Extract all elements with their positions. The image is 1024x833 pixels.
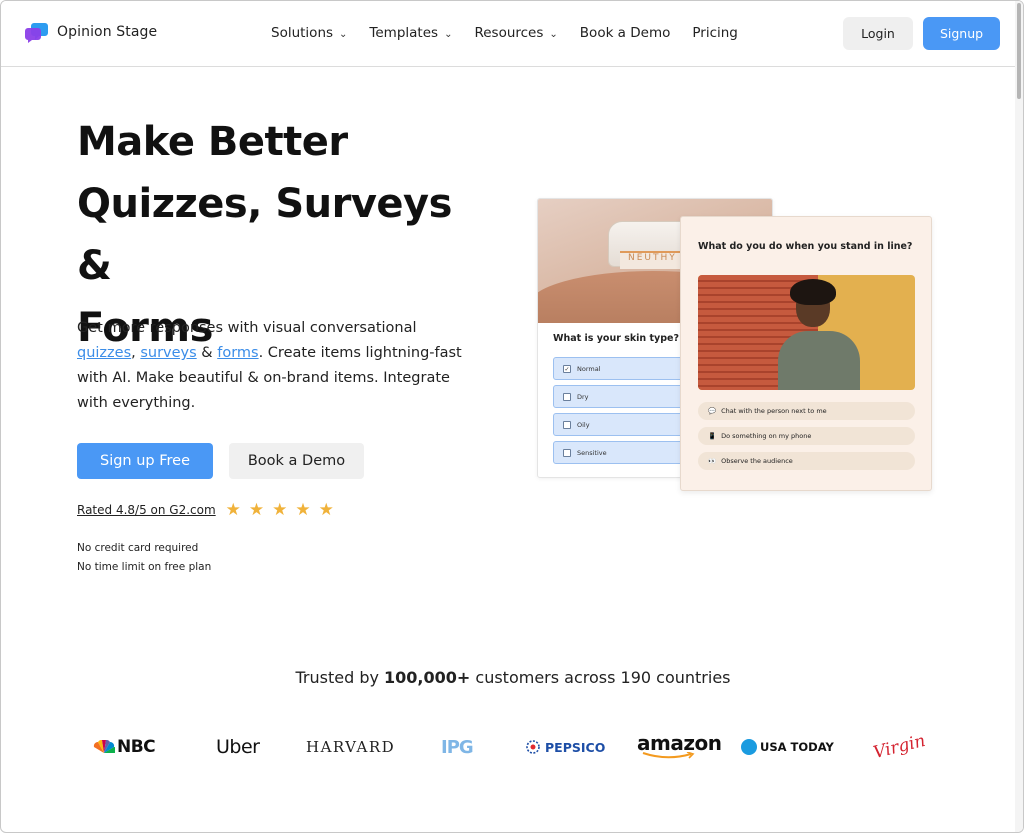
survey-answer[interactable]: 📱 Do something on my phone	[698, 427, 915, 445]
uber-logo: Uber	[216, 736, 260, 758]
desc-text: Get more responses with visual conversat…	[77, 320, 417, 336]
rating: Rated 4.8/5 on G2.com ★ ★ ★ ★ ★	[77, 500, 334, 520]
usa-today-dot-icon	[741, 739, 757, 755]
answer-label: Observe the audience	[721, 457, 793, 465]
scrollbar-thumb[interactable]	[1017, 3, 1021, 99]
page-scrollbar[interactable]	[1015, 1, 1023, 832]
quiz-option[interactable]: Dry	[553, 385, 693, 408]
person-body-shape	[778, 331, 860, 390]
answer-label: Chat with the person next to me	[721, 407, 827, 415]
nav-resources[interactable]: Resources ⌄	[474, 25, 557, 41]
ipg-logo: IPG	[441, 736, 474, 758]
nav-book-demo[interactable]: Book a Demo	[580, 25, 671, 41]
trusted-suffix: customers across 190 countries	[470, 668, 731, 687]
checkbox-icon	[563, 420, 571, 429]
chat-icon: 💬	[708, 407, 717, 415]
virgin-logo: Virgin	[871, 730, 928, 764]
site-header: Opinion Stage Solutions ⌄ Templates ⌄ Re…	[1, 1, 1023, 67]
man-photo-image	[698, 275, 915, 390]
nav-solutions[interactable]: Solutions ⌄	[271, 25, 347, 41]
star-icon: ★	[272, 500, 288, 520]
answer-label: Do something on my phone	[721, 432, 812, 440]
chevron-down-icon: ⌄	[339, 28, 348, 40]
amazon-logo: amazon	[637, 729, 722, 765]
book-demo-button[interactable]: Book a Demo	[229, 443, 364, 479]
desc-text: ,	[131, 345, 141, 361]
hero-title-line: Quizzes, Surveys &	[77, 181, 452, 289]
person-hair-shape	[790, 279, 836, 305]
no-time-limit-note: No time limit on free plan	[77, 561, 212, 573]
hero-description: Get more responses with visual conversat…	[77, 316, 477, 416]
chevron-down-icon: ⌄	[444, 28, 453, 40]
surveys-link[interactable]: surveys	[140, 345, 196, 361]
star-icon: ★	[225, 500, 241, 520]
line-survey-preview: What do you do when you stand in line? 💬…	[680, 216, 932, 491]
jar-brand-text: NEUTHY	[628, 253, 677, 263]
nav-label: Resources	[474, 25, 544, 41]
eyes-icon: 👀	[708, 457, 717, 465]
survey-answer[interactable]: 💬 Chat with the person next to me	[698, 402, 915, 420]
desc-text: &	[196, 345, 218, 361]
usa-today-text: USA TODAY	[760, 740, 834, 754]
option-label: Dry	[577, 392, 589, 401]
survey-answer[interactable]: 👀 Observe the audience	[698, 452, 915, 470]
nav-templates[interactable]: Templates ⌄	[369, 25, 452, 41]
amazon-smile-icon	[642, 752, 695, 759]
option-label: Normal	[577, 364, 601, 373]
browser-page: Opinion Stage Solutions ⌄ Templates ⌄ Re…	[0, 0, 1024, 833]
option-label: Sensitive	[577, 448, 607, 457]
checkbox-icon	[563, 448, 571, 457]
rating-stars: ★ ★ ★ ★ ★	[226, 500, 334, 520]
quiz-option[interactable]: Oily	[553, 413, 693, 436]
nav-pricing[interactable]: Pricing	[692, 25, 738, 41]
logo[interactable]: Opinion Stage	[25, 21, 157, 43]
pepsico-logo: PEPSICO	[525, 729, 605, 765]
checkbox-icon	[563, 392, 571, 401]
chevron-down-icon: ⌄	[549, 28, 558, 40]
quiz-question: What is your skin type?	[553, 333, 679, 344]
customer-logos: NBC Uber HARVARD IPG PEPSICO amazon USA …	[1, 729, 1023, 769]
forms-link[interactable]: forms	[217, 345, 258, 361]
star-icon: ★	[295, 500, 311, 520]
pepsico-text: PEPSICO	[545, 739, 606, 755]
trusted-prefix: Trusted by	[295, 668, 385, 687]
no-credit-card-note: No credit card required	[77, 542, 199, 554]
main-nav: Solutions ⌄ Templates ⌄ Resources ⌄ Book…	[271, 25, 760, 41]
nav-label: Solutions	[271, 25, 334, 41]
harvard-logo: HARVARD	[306, 738, 396, 756]
usa-today-logo: USA TODAY	[741, 729, 834, 765]
checkbox-checked-icon: ✓	[563, 364, 571, 373]
nav-label: Book a Demo	[579, 25, 671, 41]
quiz-option[interactable]: ✓ Normal	[553, 357, 693, 380]
amazon-text: amazon	[637, 731, 722, 755]
logo-text: Opinion Stage	[57, 24, 158, 40]
star-icon: ★	[248, 500, 265, 520]
nbc-peacock-icon	[93, 740, 115, 753]
customer-count: 100,000+	[384, 668, 471, 687]
g2-rating-link[interactable]: Rated 4.8/5 on G2.com	[77, 503, 216, 517]
signup-button[interactable]: Signup	[923, 17, 1000, 50]
sign-up-free-button[interactable]: Sign up Free	[77, 443, 213, 479]
login-button[interactable]: Login	[843, 17, 913, 50]
quiz-option[interactable]: Sensitive	[553, 441, 693, 464]
quizzes-link[interactable]: quizzes	[77, 345, 131, 361]
trusted-by-text: Trusted by 100,000+ customers across 190…	[1, 668, 1023, 687]
phone-icon: 📱	[708, 432, 717, 440]
opinion-stage-logo-icon	[25, 21, 49, 43]
star-icon: ★	[318, 500, 334, 520]
nav-label: Pricing	[692, 25, 738, 41]
nbc-text: NBC	[117, 737, 156, 757]
hero-title-line: Make Better	[77, 119, 348, 165]
option-label: Oily	[577, 420, 590, 429]
pepsico-globe-icon	[526, 740, 540, 754]
survey-question: What do you do when you stand in line?	[698, 241, 913, 252]
nbc-logo: NBC	[93, 729, 156, 765]
nav-label: Templates	[369, 25, 439, 41]
